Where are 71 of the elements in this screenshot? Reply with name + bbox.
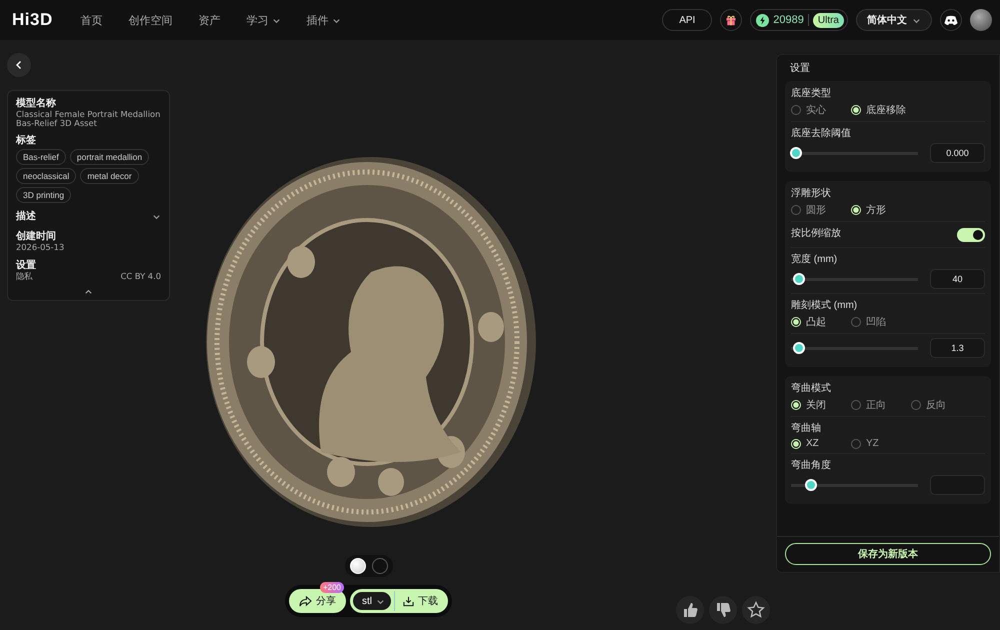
nav-link[interactable]: 插件: [306, 12, 341, 28]
nav-link[interactable]: 学习: [246, 12, 281, 28]
radio-option[interactable]: YZ: [851, 438, 911, 449]
gamepad-icon: [944, 14, 958, 26]
setting-label: 按比例缩放: [791, 226, 841, 240]
credit-count: 20989: [773, 14, 804, 26]
gift-button[interactable]: [720, 9, 742, 31]
radio-option[interactable]: 方形: [851, 203, 911, 217]
chat-button[interactable]: [940, 9, 962, 31]
lightning-icon: [756, 14, 770, 26]
field-label: 描述: [16, 210, 36, 224]
nav-link[interactable]: 首页: [80, 12, 103, 28]
radio-option[interactable]: 实心: [791, 103, 851, 117]
field-label: 设置: [16, 258, 37, 272]
setting-label: 浮雕形状: [791, 186, 832, 200]
language-selector[interactable]: 简体中文: [856, 9, 932, 31]
value-field[interactable]: 1.3: [930, 338, 985, 358]
save-button[interactable]: 保存为新版本: [785, 543, 991, 565]
slider-thumb[interactable]: [792, 342, 805, 354]
radio-option[interactable]: 底座移除: [851, 103, 911, 117]
panel-title: 设置: [789, 62, 811, 76]
setting-label: 雕刻模式 (mm): [791, 298, 858, 312]
nav-link[interactable]: 创作空间: [128, 12, 173, 28]
field-label: 模型名称: [16, 96, 57, 110]
setting-label: 弯曲模式: [791, 382, 832, 395]
thumbs-down-icon[interactable]: [709, 596, 737, 624]
field-label: 标签: [16, 134, 37, 148]
download-button[interactable]: 下载: [394, 591, 446, 611]
tier-badge: Ultra: [812, 12, 844, 28]
tag-chip[interactable]: 3D printing: [16, 187, 72, 204]
share-button[interactable]: 分享: [289, 589, 346, 613]
value-field[interactable]: 0.000: [930, 143, 985, 163]
value-field[interactable]: 40: [930, 269, 985, 289]
tag-chip[interactable]: neoclassical: [16, 168, 76, 184]
reward-badge: +200: [320, 582, 344, 593]
field-value: Classical Female Portrait Medallion Bas-Relief 3D Asset: [16, 110, 161, 128]
setting-label: 底座类型: [791, 86, 832, 100]
slider-thumb[interactable]: [805, 479, 818, 491]
radio-option[interactable]: 圆形: [791, 203, 851, 217]
slider-thumb[interactable]: [790, 147, 802, 159]
avatar[interactable]: [970, 9, 992, 31]
field-value: 隐私: [16, 272, 32, 281]
share-arrow-icon: [299, 596, 312, 606]
gift-icon: [725, 14, 738, 26]
api-button[interactable]: API: [662, 9, 712, 31]
setting-label: 弯曲轴: [791, 422, 822, 435]
download-icon: [403, 596, 414, 606]
logo[interactable]: Hi3D: [12, 10, 53, 30]
radio-option[interactable]: 关闭: [791, 398, 851, 412]
tag-chip[interactable]: metal decor: [80, 168, 139, 184]
field-label: 创建时间: [16, 230, 57, 244]
license-text: CC BY 4.0: [120, 272, 161, 281]
back-button[interactable]: [7, 53, 31, 77]
radio-option[interactable]: 凸起: [791, 315, 851, 329]
radio-option[interactable]: 反向: [911, 398, 971, 412]
setting-label: 宽度 (mm): [791, 252, 838, 266]
chevron-left-icon: [14, 60, 24, 70]
toggle-switch[interactable]: [957, 228, 985, 242]
setting-label: 底座去除阈值: [791, 126, 852, 140]
slider-thumb[interactable]: [792, 273, 805, 285]
radio-option[interactable]: XZ: [791, 438, 851, 449]
radio-option[interactable]: 正向: [851, 398, 911, 412]
tag-chip[interactable]: portrait medallion: [70, 149, 150, 166]
thumbs-up-icon[interactable]: [676, 596, 704, 624]
tag-chip[interactable]: Bas-relief: [16, 149, 66, 166]
radio-option[interactable]: 凹陷: [851, 315, 911, 329]
field-value: 2026-05-13: [16, 243, 66, 252]
background-swatch[interactable]: [372, 558, 388, 574]
setting-label: 弯曲角度: [791, 458, 832, 472]
nav-link[interactable]: 资产: [198, 12, 221, 28]
format-dropdown[interactable]: stl: [352, 591, 392, 611]
